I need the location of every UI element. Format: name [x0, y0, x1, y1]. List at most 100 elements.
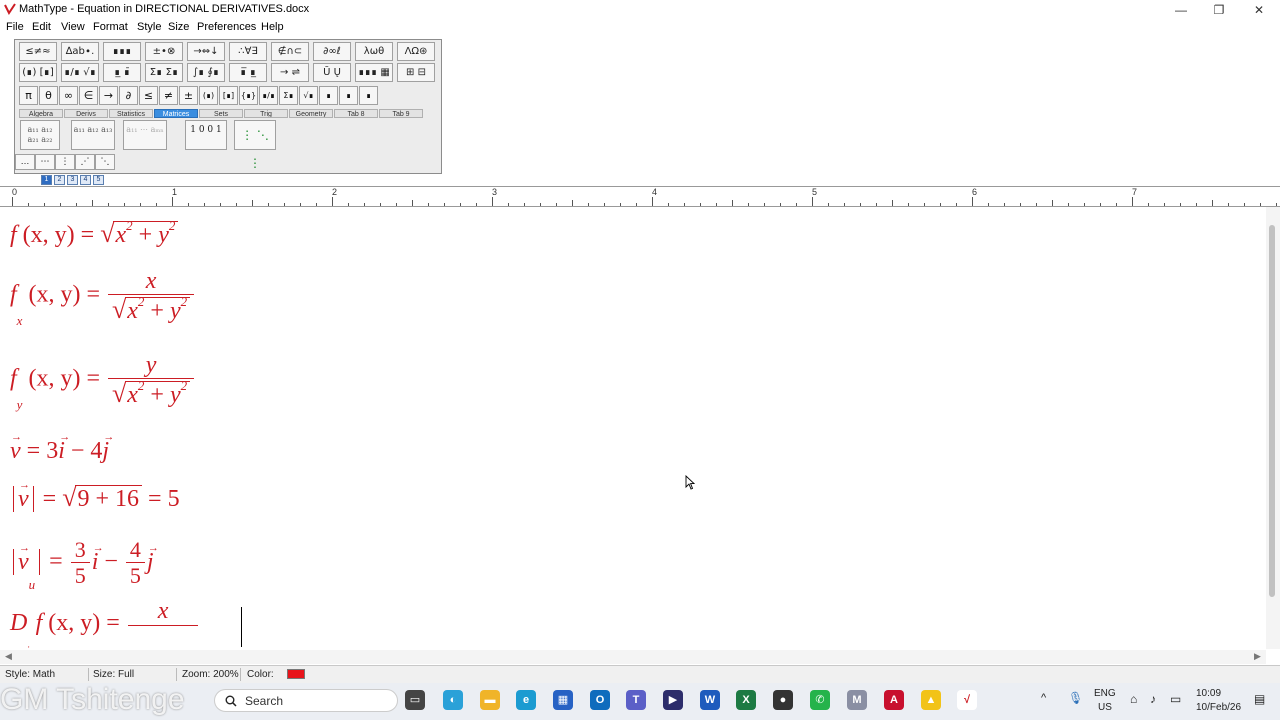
- ellipsis-low-button[interactable]: …: [15, 154, 35, 170]
- tab-8[interactable]: Tab 8: [334, 109, 378, 118]
- greek-upper-palette-button[interactable]: ΛΩ⊛: [397, 42, 435, 61]
- app-icon[interactable]: M: [847, 690, 867, 710]
- tab-geometry[interactable]: Geometry: [289, 109, 333, 118]
- menu-format[interactable]: Format: [93, 21, 128, 33]
- horizontal-scrollbar[interactable]: ◀ ▶: [0, 650, 1266, 664]
- color-swatch[interactable]: [287, 669, 305, 679]
- scroll-left-icon[interactable]: ◀: [5, 651, 12, 662]
- language-indicator[interactable]: ENG: [1094, 688, 1116, 699]
- status-zoom[interactable]: Zoom: 200%: [182, 669, 239, 680]
- braces-template-button[interactable]: {∎}: [239, 86, 258, 105]
- sum-template-button[interactable]: Σ∎: [279, 86, 298, 105]
- taskbar-search[interactable]: Search: [214, 689, 398, 712]
- word-icon[interactable]: W: [700, 690, 720, 710]
- matrix-mxn-template-button[interactable]: a₁₁ ⋯ aₘₙ: [123, 120, 167, 150]
- app-icon[interactable]: ▲: [921, 690, 941, 710]
- mathtype-taskbar-icon[interactable]: √: [957, 690, 977, 710]
- menu-help[interactable]: Help: [261, 21, 284, 33]
- fences-palette-button[interactable]: (∎) [∎]: [19, 63, 57, 82]
- sets-palette-button[interactable]: ∉∩⊂: [271, 42, 309, 61]
- arrows-palette-button[interactable]: →⇔↓: [187, 42, 225, 61]
- copilot-icon[interactable]: ◐: [443, 690, 463, 710]
- dotted-matrix-template-button[interactable]: ⋮ ⋱ ⋮: [234, 120, 276, 170]
- tab-9[interactable]: Tab 9: [379, 109, 423, 118]
- ellipsis-vertical-button[interactable]: ⋮: [55, 154, 75, 170]
- labeled-arrows-palette-button[interactable]: → ⇌: [271, 63, 309, 82]
- equation-editor[interactable]: f (x, y) = √x2 + y2 fx (x, y) = x √x2 + …: [0, 207, 1266, 649]
- task-view-icon[interactable]: ▭: [405, 690, 425, 710]
- embellishments-palette-button[interactable]: ∎∎∎: [103, 42, 141, 61]
- greek-lower-palette-button[interactable]: λωθ: [355, 42, 393, 61]
- whatsapp-icon[interactable]: ✆: [810, 690, 830, 710]
- ellipsis-center-button[interactable]: ⋯: [35, 154, 55, 170]
- relations-palette-button[interactable]: ≤≠≈: [19, 42, 57, 61]
- ruler[interactable]: 0 1 2 3 4 5 6 7: [0, 186, 1280, 207]
- less-equal-symbol-button[interactable]: ≤: [139, 86, 158, 105]
- tab-algebra[interactable]: Algebra: [19, 109, 63, 118]
- superscript-template-button[interactable]: ∎: [339, 86, 358, 105]
- tray-overflow-icon[interactable]: ^: [1041, 692, 1046, 704]
- operators-palette-button[interactable]: ±•⊗: [145, 42, 183, 61]
- spaces-palette-button[interactable]: ∆ab∙.: [61, 42, 99, 61]
- edge-browser-icon[interactable]: e: [516, 690, 536, 710]
- bar-icon-1[interactable]: 1: [41, 175, 52, 185]
- battery-icon[interactable]: ▭: [1170, 692, 1181, 706]
- pi-symbol-button[interactable]: π: [19, 86, 38, 105]
- bar-icon-4[interactable]: 4: [80, 175, 91, 185]
- tab-trig[interactable]: Trig: [244, 109, 288, 118]
- subscript-palette-button[interactable]: ∎̲ ∎̄: [103, 63, 141, 82]
- scroll-right-icon[interactable]: ▶: [1254, 651, 1261, 662]
- store-icon[interactable]: ▦: [553, 690, 573, 710]
- restore-button[interactable]: ❐: [1200, 0, 1238, 20]
- close-button[interactable]: ✕: [1240, 0, 1278, 20]
- microphone-icon[interactable]: 🎙: [1068, 691, 1083, 705]
- volume-icon[interactable]: ♪: [1150, 692, 1156, 706]
- tab-matrices[interactable]: Matrices: [154, 109, 198, 118]
- bar-palette-button[interactable]: ∎̅ ∎̲: [229, 63, 267, 82]
- clock-time[interactable]: 10:09: [1196, 688, 1221, 699]
- partial-symbol-button[interactable]: ∂: [119, 86, 138, 105]
- menu-size[interactable]: Size: [168, 21, 189, 33]
- matrix-2x2-template-button[interactable]: a₁₁ a₁₂ a₂₁ a₂₂: [20, 120, 60, 150]
- vertical-scroll-thumb[interactable]: [1269, 225, 1275, 597]
- ellipsis-up-diagonal-button[interactable]: ⋰: [75, 154, 95, 170]
- sqrt-template-button[interactable]: √∎: [299, 86, 318, 105]
- element-of-symbol-button[interactable]: ∈: [79, 86, 98, 105]
- menu-view[interactable]: View: [61, 21, 85, 33]
- not-equal-symbol-button[interactable]: ≠: [159, 86, 178, 105]
- arrow-symbol-button[interactable]: →: [99, 86, 118, 105]
- bar-icon-3[interactable]: 3: [67, 175, 78, 185]
- subsup-template-button[interactable]: ∎: [359, 86, 378, 105]
- region-indicator[interactable]: US: [1098, 702, 1112, 713]
- menu-preferences[interactable]: Preferences: [197, 21, 256, 33]
- acrobat-icon[interactable]: A: [884, 690, 904, 710]
- parens-template-button[interactable]: (∎): [199, 86, 218, 105]
- matrix-3x3-template-button[interactable]: a₁₁ a₁₂ a₁₃: [71, 120, 115, 150]
- subscript-template-button[interactable]: ∎: [319, 86, 338, 105]
- tab-sets[interactable]: Sets: [199, 109, 243, 118]
- ellipsis-down-diagonal-button[interactable]: ⋱: [95, 154, 115, 170]
- bar-icon-2[interactable]: 2: [54, 175, 65, 185]
- matrix-palette-button[interactable]: ∎∎∎ ▦: [355, 63, 393, 82]
- outlook-icon[interactable]: O: [590, 690, 610, 710]
- logic-palette-button[interactable]: ∴∀∃: [229, 42, 267, 61]
- status-size[interactable]: Size: Full: [93, 669, 134, 680]
- products-palette-button[interactable]: Ū Ų: [313, 63, 351, 82]
- misc-palette-button[interactable]: ∂∞ℓ: [313, 42, 351, 61]
- menu-edit[interactable]: Edit: [32, 21, 51, 33]
- summation-palette-button[interactable]: Σ∎ Σ∎: [145, 63, 183, 82]
- fraction-template-button[interactable]: ∎/∎: [259, 86, 278, 105]
- infinity-symbol-button[interactable]: ∞: [59, 86, 78, 105]
- integral-palette-button[interactable]: ∫∎ ∮∎: [187, 63, 225, 82]
- menu-file[interactable]: File: [6, 21, 24, 33]
- menu-style[interactable]: Style: [137, 21, 161, 33]
- tab-statistics[interactable]: Statistics: [109, 109, 153, 118]
- notification-icon[interactable]: ▤: [1254, 692, 1265, 706]
- boxes-palette-button[interactable]: ⊞ ⊟: [397, 63, 435, 82]
- minimize-button[interactable]: —: [1162, 0, 1200, 20]
- clock-date[interactable]: 10/Feb/26: [1196, 702, 1241, 713]
- visual-studio-icon[interactable]: ▶: [663, 690, 683, 710]
- theta-symbol-button[interactable]: θ: [39, 86, 58, 105]
- excel-icon[interactable]: X: [736, 690, 756, 710]
- app-icon[interactable]: ●: [773, 690, 793, 710]
